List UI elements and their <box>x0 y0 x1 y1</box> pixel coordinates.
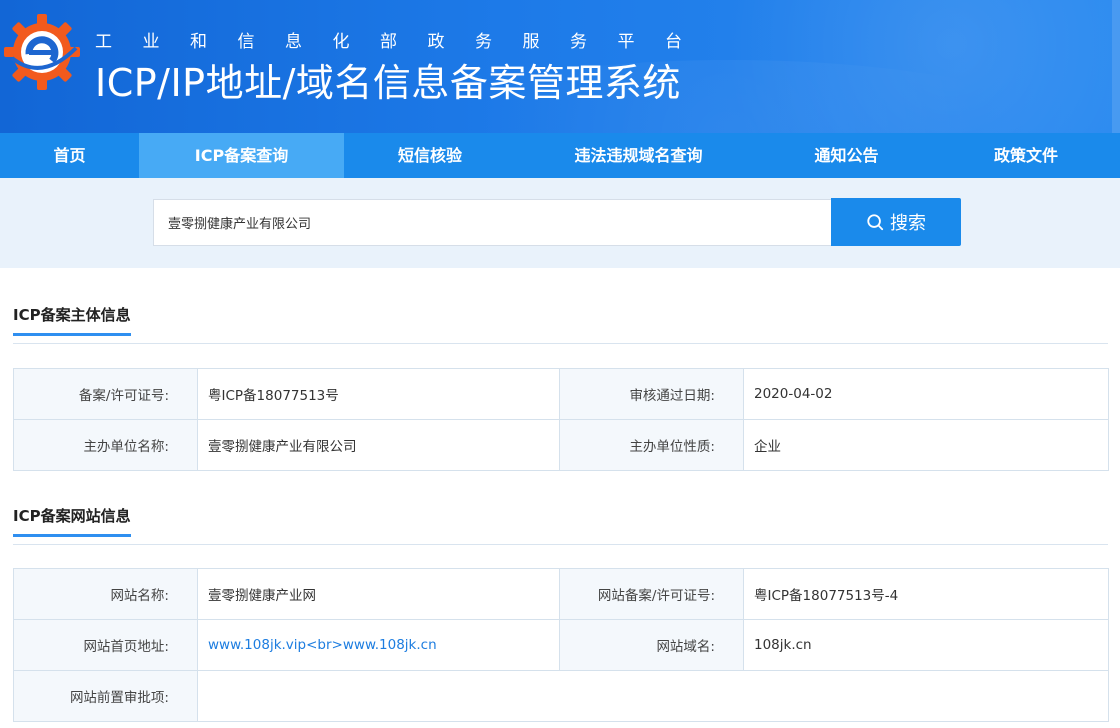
table-row: 网站前置审批项: <box>13 670 1109 722</box>
field-label: 备案/许可证号: <box>13 368 198 420</box>
subject-info-table: 备案/许可证号: 粤ICP备18077513号 审核通过日期: 2020-04-… <box>13 368 1109 471</box>
section-heading-subject: ICP备案主体信息 <box>13 304 1108 344</box>
field-value <box>197 670 1109 722</box>
field-value: 粤ICP备18077513号-4 <box>743 568 1109 620</box>
platform-subtitle: 工业和信息化部政务服务平台 <box>95 32 713 52</box>
section-title: ICP备案主体信息 <box>13 304 131 336</box>
system-title: ICP/IP地址/域名信息备案管理系统 <box>95 61 681 105</box>
search-button-label: 搜索 <box>890 213 926 234</box>
website-info-table: 网站名称: 壹零捌健康产业网 网站备案/许可证号: 粤ICP备18077513号… <box>13 568 1109 722</box>
field-label: 网站备案/许可证号: <box>559 568 744 620</box>
field-label: 主办单位名称: <box>13 419 198 471</box>
nav-item-notices[interactable]: 通知公告 <box>761 133 932 178</box>
nav-item-illegal-domain-query[interactable]: 违法违规域名查询 <box>516 133 761 178</box>
table-row: 网站名称: 壹零捌健康产业网 网站备案/许可证号: 粤ICP备18077513号… <box>13 568 1109 620</box>
nav-item-policy-docs[interactable]: 政策文件 <box>932 133 1120 178</box>
platform-logo-icon <box>4 14 80 90</box>
search-area: 搜索 <box>0 178 1120 268</box>
field-value: 108jk.cn <box>743 619 1109 671</box>
field-value: 粤ICP备18077513号 <box>197 368 560 420</box>
section-heading-website: ICP备案网站信息 <box>13 505 1108 545</box>
field-label: 网站前置审批项: <box>13 670 198 722</box>
nav-item-sms-verify[interactable]: 短信核验 <box>344 133 516 178</box>
table-row: 备案/许可证号: 粤ICP备18077513号 审核通过日期: 2020-04-… <box>13 368 1109 420</box>
field-value: 壹零捌健康产业网 <box>197 568 560 620</box>
field-value: 2020-04-02 <box>743 368 1109 420</box>
field-value: 企业 <box>743 419 1109 471</box>
site-header: 工业和信息化部政务服务平台 ICP/IP地址/域名信息备案管理系统 <box>0 0 1120 133</box>
field-label: 主办单位性质: <box>559 419 744 471</box>
homepage-url-link[interactable]: www.108jk.vip<br>www.108jk.cn <box>197 619 560 671</box>
nav-item-home[interactable]: 首页 <box>0 133 139 178</box>
main-nav: 首页 ICP备案查询 短信核验 违法违规域名查询 通知公告 政策文件 <box>0 133 1120 178</box>
table-row: 网站首页地址: www.108jk.vip<br>www.108jk.cn 网站… <box>13 619 1109 671</box>
table-row: 主办单位名称: 壹零捌健康产业有限公司 主办单位性质: 企业 <box>13 419 1109 471</box>
section-title: ICP备案网站信息 <box>13 505 131 537</box>
nav-item-icp-query[interactable]: ICP备案查询 <box>139 133 344 178</box>
field-label: 网站域名: <box>559 619 744 671</box>
scrollbar-edge <box>1112 0 1120 133</box>
field-label: 审核通过日期: <box>559 368 744 420</box>
field-label: 网站名称: <box>13 568 198 620</box>
search-button[interactable]: 搜索 <box>831 198 961 246</box>
field-label: 网站首页地址: <box>13 619 198 671</box>
field-value: 壹零捌健康产业有限公司 <box>197 419 560 471</box>
search-input[interactable] <box>153 199 832 246</box>
search-icon <box>867 214 884 231</box>
